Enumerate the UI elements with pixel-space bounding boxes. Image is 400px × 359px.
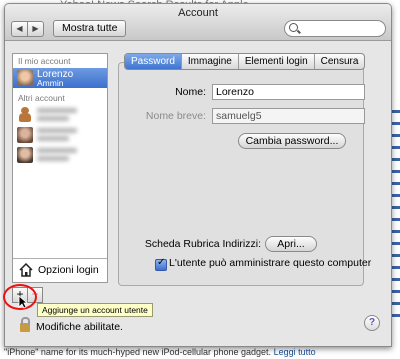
account-role: Ammin — [37, 78, 64, 88]
accounts-list: Il mio account Lorenzo Ammin Altri accou… — [12, 53, 108, 283]
open-address-book-button[interactable]: Apri... — [265, 236, 317, 252]
help-button[interactable]: ? — [364, 315, 380, 331]
admin-checkbox-label: L'utente può amministrare questo compute… — [169, 257, 372, 269]
account-tabs: Password Immagine Elementi login Censura — [124, 53, 366, 70]
account-item-other-2[interactable] — [13, 125, 107, 145]
lock-status-message: Modifiche abilitate. — [36, 321, 123, 333]
mouse-pointer-icon — [18, 295, 28, 309]
add-account-tooltip: Aggiunge un account utente — [37, 303, 153, 317]
window-title: Account — [178, 7, 218, 19]
account-item-lorenzo[interactable]: Lorenzo Ammin — [13, 68, 107, 88]
house-icon — [19, 263, 33, 277]
background-bottom-text: "iPhone" name for its much-hyped new iPo… — [4, 347, 316, 357]
background-read-more-link[interactable]: Leggi tutto — [274, 347, 316, 357]
avatar — [17, 147, 33, 163]
name-field[interactable]: Lorenzo — [212, 84, 365, 100]
address-book-label: Scheda Rubrica Indirizzi: — [144, 238, 261, 250]
tab-password[interactable]: Password — [125, 54, 181, 69]
tab-parental-controls[interactable]: Censura — [313, 54, 365, 69]
login-options-label: Opzioni login — [38, 264, 99, 276]
blurred-account-name — [37, 108, 77, 113]
name-label: Nome: — [175, 86, 206, 98]
account-item-other-1[interactable] — [13, 105, 107, 125]
avatar — [17, 70, 33, 86]
short-name-field: samuelg5 — [212, 108, 365, 124]
avatar — [17, 127, 33, 143]
search-field[interactable] — [284, 20, 386, 37]
admin-checkbox[interactable] — [155, 257, 167, 271]
login-options-item[interactable]: Opzioni login — [13, 258, 107, 282]
lock-icon[interactable] — [20, 317, 30, 332]
back-button[interactable]: ◀ — [11, 21, 28, 37]
nav-arrows: ◀ ▶ — [11, 21, 44, 37]
window-titlebar: Account ◀ ▶ Mostra tutte — [5, 4, 391, 41]
search-icon — [289, 23, 298, 32]
forward-button[interactable]: ▶ — [28, 21, 44, 37]
blurred-account-name — [37, 148, 77, 153]
tab-image[interactable]: Immagine — [180, 54, 238, 69]
other-accounts-header: Altri account — [18, 93, 65, 103]
show-all-button[interactable]: Mostra tutte — [53, 20, 127, 37]
tab-login-items[interactable]: Elementi login — [237, 54, 314, 69]
gingerbread-avatar-icon — [17, 107, 33, 123]
change-password-button[interactable]: Cambia password... — [238, 133, 346, 149]
account-item-other-3[interactable] — [13, 145, 107, 165]
short-name-label: Nome breve: — [145, 110, 206, 122]
blurred-account-name — [37, 128, 77, 133]
my-account-header: Il mio account — [18, 56, 71, 66]
